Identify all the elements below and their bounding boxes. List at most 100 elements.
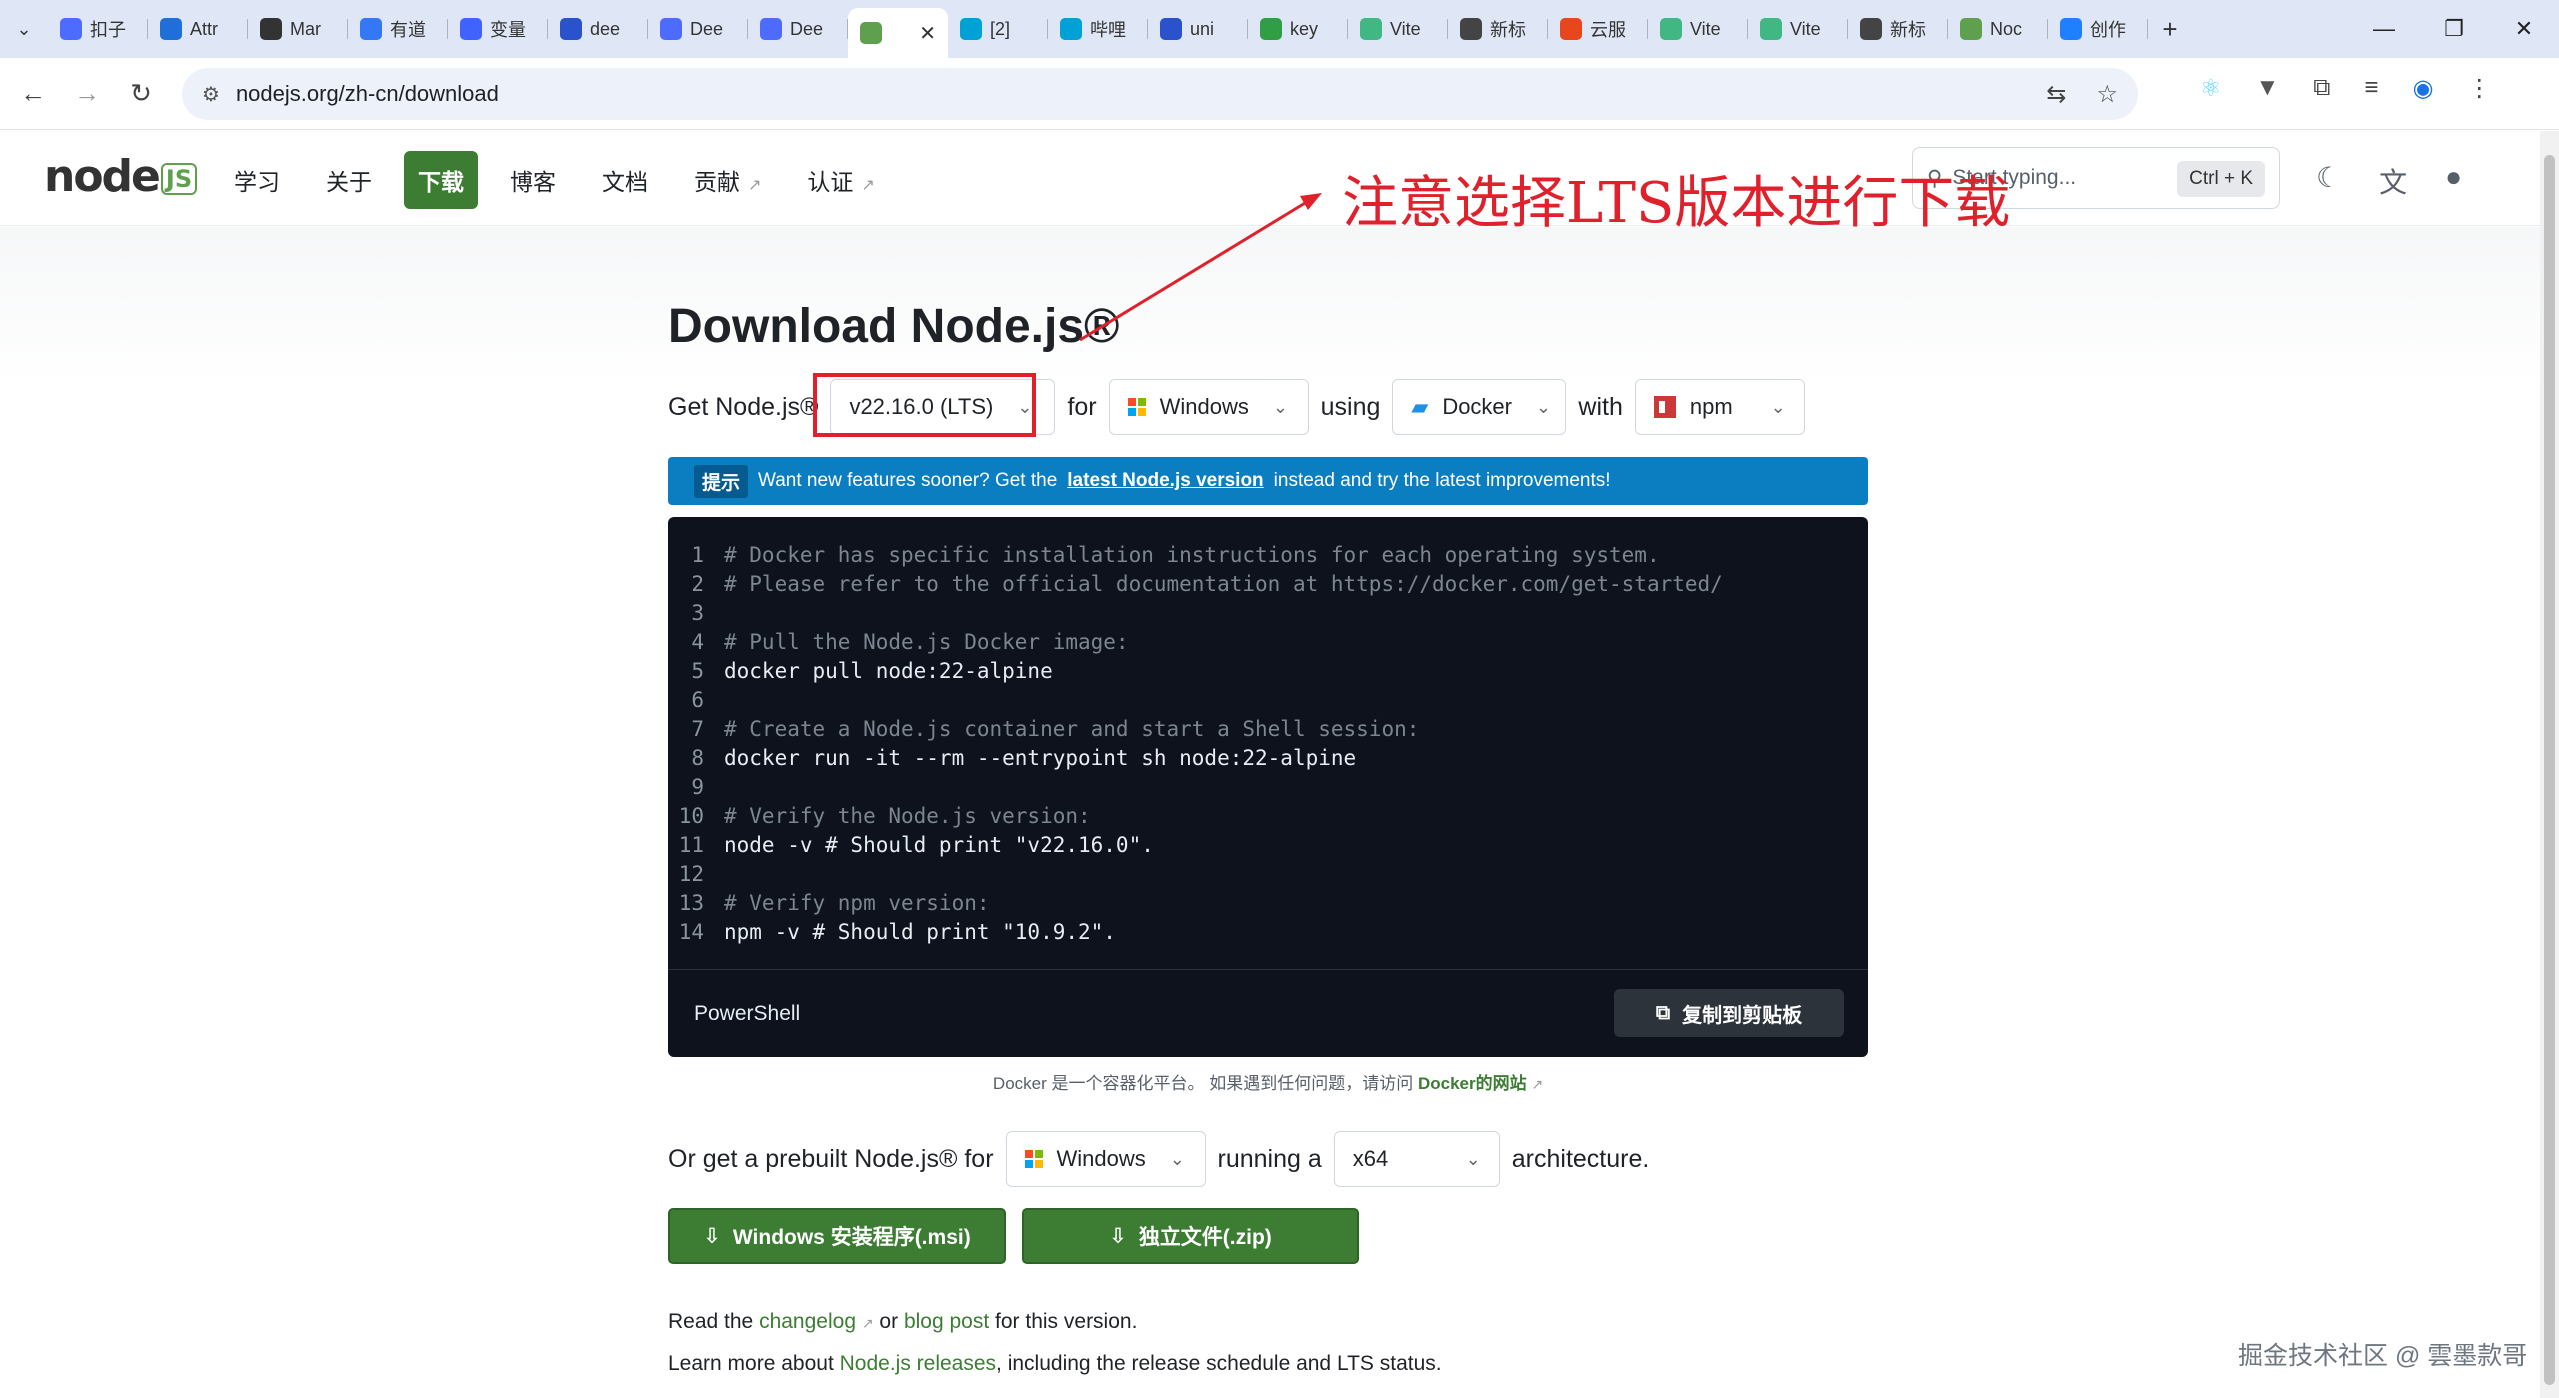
browser-tab[interactable]: Attr	[148, 7, 248, 51]
translate-icon[interactable]: ⇆	[2046, 80, 2066, 109]
browser-tab[interactable]: dee	[548, 7, 648, 51]
or-label: or	[879, 1310, 899, 1333]
download-zip-button[interactable]: ⇩ 独立文件(.zip)	[1022, 1208, 1359, 1264]
releases-link[interactable]: Node.js releases	[840, 1352, 996, 1375]
blog-post-link[interactable]: blog post	[904, 1310, 989, 1333]
profile-avatar-icon[interactable]: ◉	[2412, 74, 2433, 103]
reload-icon[interactable]: ↻	[114, 67, 168, 121]
note-icon	[460, 18, 482, 40]
tab-label: 哔哩	[1090, 20, 1126, 40]
main-navigation: 学习 关于 下载 博客 文档 贡献 ↗ 认证 ↗	[220, 151, 889, 209]
nav-item[interactable]: 学习	[220, 151, 294, 209]
nav-item[interactable]: 文档	[588, 151, 662, 209]
tab-close-icon[interactable]: ✕	[919, 21, 936, 46]
site-info-icon[interactable]: ⚙	[202, 82, 220, 107]
extension-react-icon[interactable]: ⚛	[2200, 74, 2222, 103]
tab-label: 新标	[1890, 20, 1926, 40]
browser-tab[interactable]: Noc	[1948, 7, 2048, 51]
extensions-puzzle-icon[interactable]: ⧉	[2313, 74, 2330, 103]
changelog-link[interactable]: changelog	[759, 1310, 856, 1333]
nav-item[interactable]: 关于	[312, 151, 386, 209]
browser-tab[interactable]: Vite	[1648, 7, 1748, 51]
language-switch-icon[interactable]: 文	[2379, 161, 2407, 201]
paw-icon	[1160, 18, 1182, 40]
install-method-dropdown[interactable]: ▰ Docker ⌄	[1392, 379, 1567, 435]
address-bar[interactable]: ⚙ nodejs.org/zh-cn/download ⇆ ☆	[182, 68, 2138, 120]
github-icon	[1460, 18, 1482, 40]
scrollbar-thumb[interactable]	[2544, 155, 2555, 1385]
tv-icon	[1060, 18, 1082, 40]
external-link-icon: ↗	[748, 177, 762, 194]
tab-label: 扣子	[90, 20, 126, 40]
nav-item[interactable]: 认证 ↗	[793, 151, 888, 209]
browser-tab[interactable]: 新标	[1848, 7, 1948, 51]
changelog-line: Read the changelog ↗ or blog post for th…	[668, 1310, 1137, 1334]
nav-item[interactable]: 下载	[404, 151, 478, 209]
restore-icon[interactable]: ❐	[2419, 0, 2489, 58]
browser-tab[interactable]: key	[1248, 7, 1348, 51]
tab-label: 变量	[490, 20, 526, 40]
browser-toolbar: ← → ↻ ⚙ nodejs.org/zh-cn/download ⇆ ☆ ⚛ …	[0, 58, 2559, 130]
code-line: 13 # Verify npm version:	[668, 889, 1723, 918]
extension-vue-icon[interactable]: ▼	[2256, 74, 2280, 103]
nav-item[interactable]: 贡献 ↗	[680, 151, 775, 209]
node-hex-icon	[1960, 18, 1982, 40]
nav-item-label: 下载	[418, 169, 464, 195]
browser-tab[interactable]: 有道	[348, 7, 448, 51]
tab-label: Attr	[190, 18, 219, 39]
u-icon	[1260, 18, 1282, 40]
package-manager-dropdown[interactable]: npm ⌄	[1634, 379, 1805, 435]
copy-to-clipboard-button[interactable]: ⧉ 复制到剪贴板	[1614, 989, 1844, 1037]
new-tab-plus-icon[interactable]: +	[2148, 14, 2192, 45]
browser-tab[interactable]: Vite	[1348, 7, 1448, 51]
media-control-icon[interactable]: ≡	[2364, 74, 2378, 103]
browser-tab[interactable]: Mar	[248, 7, 348, 51]
os-dropdown[interactable]: Windows ⌄	[1108, 379, 1309, 435]
prebuilt-os-dropdown[interactable]: Windows ⌄	[1005, 1131, 1206, 1187]
page-scrollbar[interactable]	[2540, 131, 2559, 1398]
browser-tab[interactable]: 云服	[1548, 7, 1648, 51]
docker-website-link[interactable]: Docker的网站	[1418, 1074, 1527, 1093]
browser-tab[interactable]: 新标	[1448, 7, 1548, 51]
browser-tab[interactable]: 哔哩	[1048, 7, 1148, 51]
dark-mode-moon-icon[interactable]: ☾	[2316, 161, 2341, 201]
windows-logo-icon	[1024, 1150, 1043, 1168]
whale-icon	[760, 18, 782, 40]
tab-search-chevron-icon[interactable]: ⌄	[0, 7, 48, 51]
nodejs-logo[interactable]: node JS	[44, 151, 198, 202]
browser-tab[interactable]: Dee	[748, 7, 848, 51]
with-label: with	[1578, 392, 1623, 421]
back-arrow-icon[interactable]: ←	[6, 67, 60, 121]
browser-tab[interactable]: uni	[1148, 7, 1248, 51]
window-close-icon[interactable]: ✕	[2489, 0, 2559, 58]
browser-menu-icon[interactable]: ⋮	[2467, 74, 2491, 103]
browser-tab[interactable]: [2]	[948, 7, 1048, 51]
site-header: node JS 学习 关于 下载 博客 文档 贡献 ↗ 认证 ↗ ⚲ Start typing..…	[0, 131, 2559, 226]
code-text: docker run -it --rm --entrypoint sh node…	[724, 746, 1357, 770]
architecture-dropdown[interactable]: x64 ⌄	[1333, 1131, 1500, 1187]
github-icon[interactable]: ●	[2445, 161, 2462, 201]
browser-tab[interactable]: ✕	[848, 8, 948, 58]
code-line: 6	[668, 686, 1723, 715]
bookmark-star-icon[interactable]: ☆	[2096, 80, 2118, 109]
arch-value: x64	[1352, 1146, 1389, 1171]
forward-arrow-icon[interactable]: →	[60, 67, 114, 121]
browser-tab[interactable]: 变量	[448, 7, 548, 51]
version-dropdown[interactable]: v22.16.0 (LTS) ⌄	[830, 379, 1056, 435]
minimize-icon[interactable]: —	[2349, 0, 2419, 58]
browser-tab[interactable]: 创作	[2048, 7, 2148, 51]
notice-text-after: instead and try the latest improvements!	[1273, 470, 1611, 491]
line-number: 11	[678, 833, 704, 857]
download-msi-button[interactable]: ⇩ Windows 安装程序(.msi)	[668, 1208, 1006, 1264]
browser-tab[interactable]: Vite	[1748, 7, 1848, 51]
code-text: # Verify npm version:	[724, 891, 990, 915]
latest-version-link[interactable]: latest Node.js version	[1067, 470, 1263, 492]
c-icon	[1560, 18, 1582, 40]
nav-item-label: 博客	[510, 169, 556, 195]
code-line: 4 # Pull the Node.js Docker image:	[668, 628, 1723, 657]
chevron-down-icon: ⌄	[1770, 396, 1786, 417]
browser-tab[interactable]: Dee	[648, 7, 748, 51]
browser-tab[interactable]: 扣子	[48, 7, 148, 51]
chevron-down-icon: ⌄	[1272, 396, 1288, 417]
nav-item[interactable]: 博客	[496, 151, 570, 209]
